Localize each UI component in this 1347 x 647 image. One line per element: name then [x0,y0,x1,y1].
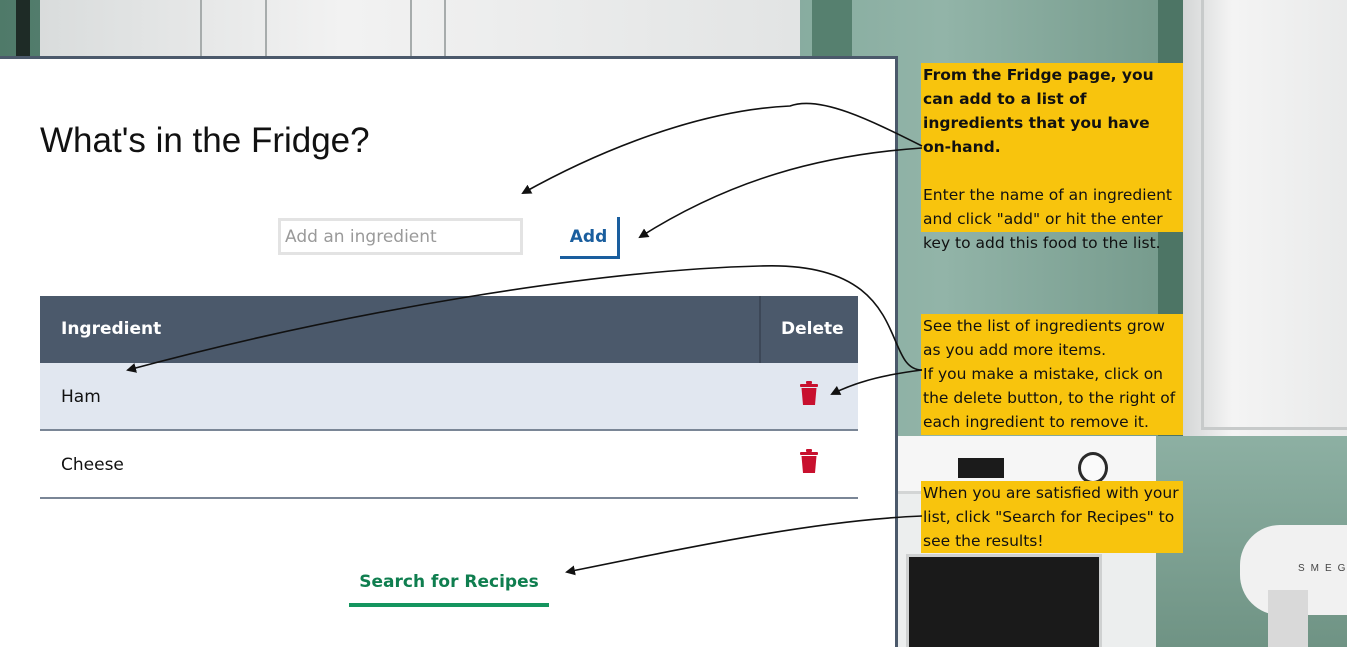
column-header-delete: Delete [781,319,844,339]
right-cabinet [1183,0,1347,440]
callout-intro-text: Enter the name of an ingredient and clic… [923,186,1173,252]
callout-search-text: When you are satisfied with your list, c… [923,484,1179,550]
trash-icon[interactable] [800,449,818,473]
callout-search: When you are satisfied with your list, c… [921,481,1183,553]
callout-intro-heading: From the Fridge page, you can add to a l… [923,66,1154,156]
callout-list-delete-text: If you make a mistake, click on the dele… [923,365,1176,431]
table-row: Cheese [40,431,858,499]
fridge-page: What's in the Fridge? Add Ingredient Del… [0,56,898,647]
ingredient-name: Cheese [61,455,124,475]
page-title: What's in the Fridge? [40,121,370,160]
column-divider [759,296,761,363]
table-row: Ham [40,363,858,431]
add-button[interactable]: Add [560,217,620,259]
upper-cabinets [40,0,800,58]
ingredient-name: Ham [61,387,101,407]
column-header-ingredient: Ingredient [61,319,162,339]
callout-ingredient-list: See the list of ingredients grow as you … [921,314,1183,435]
callout-list-grow-text: See the list of ingredients grow as you … [923,317,1165,359]
trash-icon[interactable] [800,381,818,405]
cabinet-shadow [16,0,30,60]
ingredient-input[interactable] [278,218,523,255]
mixer-base [1268,590,1308,647]
table-header: Ingredient Delete [40,296,858,363]
callout-add-ingredients: From the Fridge page, you can add to a l… [921,63,1183,252]
ingredient-table: Ingredient Delete Ham Cheese [40,296,858,499]
search-recipes-button[interactable]: Search for Recipes [349,561,549,607]
